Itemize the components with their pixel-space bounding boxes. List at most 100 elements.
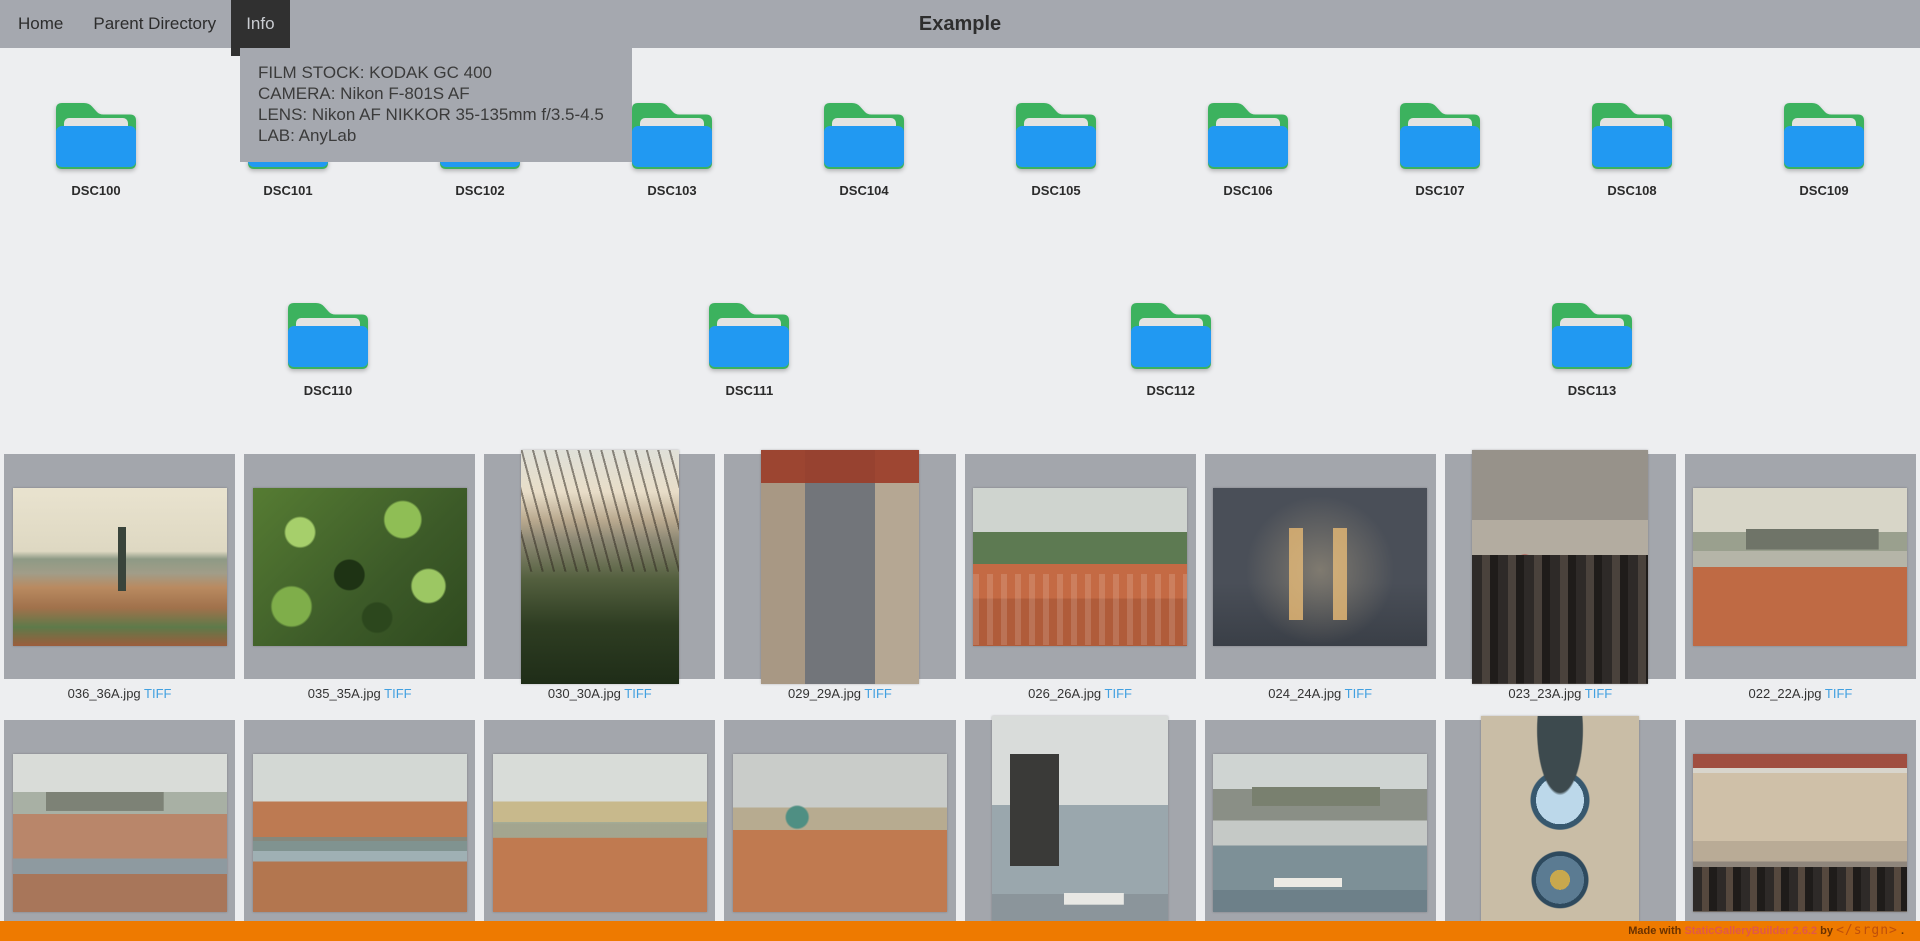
folder-item-dsc109[interactable]: DSC109 [1776, 93, 1872, 198]
thumbnail-caption: 035_35A.jpg TIFF [244, 679, 475, 720]
thumbnail-caption: 029_29A.jpg TIFF [724, 679, 955, 720]
photo-hill-roofs[interactable] [973, 488, 1187, 646]
folder-icon [816, 93, 912, 173]
thumbnail-item: 024_24A.jpg TIFF [1205, 454, 1436, 720]
folder-label: DSC104 [816, 183, 912, 198]
folder-row-2: DSC110 DSC111 DSC112 DSC113 [0, 293, 1920, 398]
info-line-lab: LAB: AnyLab [258, 125, 614, 146]
thumbnail-cell[interactable] [1685, 720, 1916, 941]
folder-label: DSC108 [1584, 183, 1680, 198]
folder-icon [1544, 293, 1640, 373]
thumbnail-cell[interactable] [965, 454, 1196, 679]
thumbnail-item: 029_29A.jpg TIFF [724, 454, 955, 720]
folder-icon [1008, 93, 1104, 173]
thumbnail-item [965, 720, 1196, 941]
folder-item-dsc103[interactable]: DSC103 [624, 93, 720, 198]
thumbnail-caption: 036_36A.jpg TIFF [4, 679, 235, 720]
folder-item-dsc110[interactable]: DSC110 [280, 293, 376, 398]
photo-statue-river[interactable] [992, 716, 1168, 941]
photo-river-bridges[interactable] [253, 754, 467, 912]
thumbnail-cell[interactable] [1445, 454, 1676, 679]
thumbnail-filename: 035_35A.jpg [308, 686, 384, 701]
info-line-lens: LENS: Nikon AF NIKKOR 35-135mm f/3.5-4.5 [258, 104, 614, 125]
tiff-link[interactable]: TIFF [864, 686, 891, 701]
page-title: Example [919, 0, 1001, 48]
tiff-link[interactable]: TIFF [144, 686, 171, 701]
thumbnail-cell[interactable] [484, 454, 715, 679]
thumbnail-cell[interactable] [1205, 720, 1436, 941]
folder-icon [48, 93, 144, 173]
tiff-link[interactable]: TIFF [1585, 686, 1612, 701]
tiff-link[interactable]: TIFF [1345, 686, 1372, 701]
footer-bar: Made with StaticGalleryBuilder 2.6.2 by … [0, 921, 1920, 941]
thumbnail-item [724, 720, 955, 941]
thumbnail-filename: 036_36A.jpg [68, 686, 144, 701]
folder-label: DSC103 [624, 183, 720, 198]
thumbnail-item [244, 720, 475, 941]
tiff-link[interactable]: TIFF [1105, 686, 1132, 701]
folder-label: DSC105 [1008, 183, 1104, 198]
photo-castle-roofs[interactable] [1693, 488, 1907, 646]
photo-foliage[interactable] [253, 488, 467, 646]
folder-icon [1200, 93, 1296, 173]
thumbnail-filename: 030_30A.jpg [548, 686, 624, 701]
info-line-film-stock: FILM STOCK: KODAK GC 400 [258, 62, 614, 83]
folder-item-dsc108[interactable]: DSC108 [1584, 93, 1680, 198]
thumbnail-item [484, 720, 715, 941]
photo-castle-river[interactable] [1213, 754, 1427, 912]
folder-item-dsc105[interactable]: DSC105 [1008, 93, 1104, 198]
folder-item-dsc113[interactable]: DSC113 [1544, 293, 1640, 398]
thumbnail-cell[interactable] [244, 454, 475, 679]
thumbnail-filename: 026_26A.jpg [1028, 686, 1104, 701]
navbar: Home Parent Directory Info Example [0, 0, 1920, 48]
author-logo-link[interactable]: </srgn> [1836, 923, 1898, 938]
thumbnail-cell[interactable] [244, 720, 475, 941]
thumbnail-item: 023_23A.jpg TIFF [1445, 454, 1676, 720]
folder-item-dsc112[interactable]: DSC112 [1123, 293, 1219, 398]
folder-item-dsc107[interactable]: DSC107 [1392, 93, 1488, 198]
thumbnail-caption: 030_30A.jpg TIFF [484, 679, 715, 720]
thumbnail-filename: 023_23A.jpg [1508, 686, 1584, 701]
thumbnail-cell[interactable] [1205, 454, 1436, 679]
photo-courtyard[interactable] [761, 450, 919, 684]
thumbnail-cell[interactable] [484, 720, 715, 941]
thumbnail-item: 035_35A.jpg TIFF [244, 454, 475, 720]
tiff-link[interactable]: TIFF [624, 686, 651, 701]
thumbnail-cell[interactable] [4, 454, 235, 679]
thumbnail-filename: 029_29A.jpg [788, 686, 864, 701]
folder-icon [1584, 93, 1680, 173]
photo-dome-roofs[interactable] [733, 754, 947, 912]
photo-night-church[interactable] [1213, 488, 1427, 646]
folder-item-dsc111[interactable]: DSC111 [701, 293, 797, 398]
thumbnail-item: 022_22A.jpg TIFF [1685, 454, 1916, 720]
footer-by-text: by [1820, 925, 1833, 937]
thumbnail-cell[interactable] [965, 720, 1196, 941]
photo-riverfront[interactable] [493, 754, 707, 912]
photo-bridge-crowd[interactable] [1472, 450, 1648, 684]
thumbnail-cell[interactable] [4, 720, 235, 941]
thumbnail-item: 036_36A.jpg TIFF [4, 454, 235, 720]
thumbnail-cell[interactable] [1445, 720, 1676, 941]
builder-link[interactable]: StaticGalleryBuilder 2.6.2 [1684, 925, 1817, 937]
folder-item-dsc106[interactable]: DSC106 [1200, 93, 1296, 198]
folder-icon [624, 93, 720, 173]
photo-square-crowd[interactable] [1693, 754, 1907, 912]
thumbnail-cell[interactable] [724, 454, 955, 679]
tiff-link[interactable]: TIFF [384, 686, 411, 701]
nav-item-home[interactable]: Home [0, 0, 78, 48]
folder-item-dsc104[interactable]: DSC104 [816, 93, 912, 198]
tiff-link[interactable]: TIFF [1825, 686, 1852, 701]
photo-castle-panorama[interactable] [13, 754, 227, 912]
thumbnail-cell[interactable] [1685, 454, 1916, 679]
nav-item-parent-directory[interactable]: Parent Directory [78, 0, 231, 48]
thumbnail-filename: 024_24A.jpg [1268, 686, 1344, 701]
thumbnail-item [1205, 720, 1436, 941]
photo-astro-clock[interactable] [1481, 716, 1639, 941]
photo-valley-trees[interactable] [521, 450, 679, 684]
folder-item-dsc100[interactable]: DSC100 [48, 93, 144, 198]
folder-icon [280, 293, 376, 373]
photo-city-spire[interactable] [13, 488, 227, 646]
folder-label: DSC111 [701, 383, 797, 398]
thumbnail-cell[interactable] [724, 720, 955, 941]
folder-label: DSC101 [240, 183, 336, 198]
